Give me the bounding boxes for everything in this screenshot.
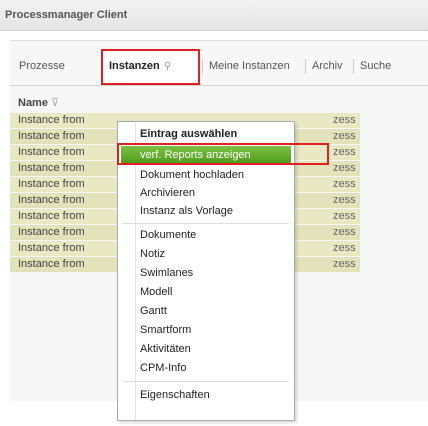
- row-name: Instance from: [18, 130, 85, 142]
- tab-suche[interactable]: Suche: [352, 56, 392, 76]
- tab-label: Prozesse: [19, 60, 65, 72]
- menu-item-notiz[interactable]: Notiz: [118, 245, 294, 263]
- tab-label: Archiv: [312, 60, 343, 72]
- menu-item-instanz-als-vorlage[interactable]: Instanz als Vorlage: [118, 202, 294, 220]
- row-name-tail: zess: [333, 242, 356, 254]
- context-menu: Eintrag auswählen verf. Reports anzeigen…: [117, 121, 295, 421]
- menu-separator: [123, 223, 289, 224]
- menu-item-swimlanes[interactable]: Swimlanes: [118, 264, 294, 282]
- row-name-tail: zess: [333, 130, 356, 142]
- row-name: Instance from: [18, 114, 85, 126]
- row-name: Instance from: [18, 194, 85, 206]
- tab-archiv[interactable]: Archiv: [305, 56, 343, 76]
- row-name: Instance from: [18, 162, 85, 174]
- row-name-tail: zess: [333, 226, 356, 238]
- tab-prozesse[interactable]: Prozesse: [19, 56, 65, 76]
- menu-item-gantt[interactable]: Gantt: [118, 302, 294, 320]
- row-name-tail: zess: [333, 178, 356, 190]
- tab-meine-instanzen[interactable]: Meine Instanzen: [202, 56, 290, 76]
- tab-instanzen[interactable]: Instanzen ⚲: [109, 56, 171, 76]
- row-name-tail: zess: [333, 146, 356, 158]
- column-header-label: Name: [18, 97, 48, 109]
- menu-item-dokumente[interactable]: Dokumente: [118, 226, 294, 244]
- menu-item-archivieren[interactable]: Archivieren: [118, 184, 294, 202]
- row-name: Instance from: [18, 210, 85, 222]
- pin-icon[interactable]: ⚲: [164, 61, 171, 72]
- menu-item-modell[interactable]: Modell: [118, 283, 294, 301]
- row-name: Instance from: [18, 226, 85, 238]
- menu-item-cpm-info[interactable]: CPM-Info: [118, 359, 294, 377]
- tab-label: Instanzen: [109, 60, 160, 72]
- row-name-tail: zess: [333, 258, 356, 270]
- menu-item-eintrag-auswaehlen[interactable]: Eintrag auswählen: [118, 125, 294, 143]
- row-name-tail: zess: [333, 114, 356, 126]
- tab-label: Meine Instanzen: [209, 60, 290, 72]
- row-name: Instance from: [18, 146, 85, 158]
- menu-separator: [123, 381, 289, 382]
- menu-item-smartform[interactable]: Smartform: [118, 321, 294, 339]
- row-name-tail: zess: [333, 194, 356, 206]
- row-name-tail: zess: [333, 162, 356, 174]
- tab-label: Suche: [360, 60, 392, 72]
- menu-item-dokument-hochladen[interactable]: Dokument hochladen: [118, 166, 294, 184]
- menu-item-aktivitaeten[interactable]: Aktivitäten: [118, 340, 294, 358]
- row-name: Instance from: [18, 178, 85, 190]
- window-title: Processmanager Client: [5, 9, 128, 21]
- row-name-tail: zess: [333, 210, 356, 222]
- annotation-highlight-box: [117, 143, 329, 165]
- row-name: Instance from: [18, 258, 85, 270]
- tab-bar: Prozesse Instanzen ⚲ Meine Instanzen Arch…: [10, 41, 428, 86]
- column-header-name[interactable]: Name ⊽: [18, 96, 59, 109]
- window-titlebar: Processmanager Client: [0, 0, 428, 31]
- filter-icon[interactable]: ⊽: [51, 97, 59, 109]
- menu-item-eigenschaften[interactable]: Eigenschaften: [118, 386, 294, 404]
- row-name: Instance from: [18, 242, 85, 254]
